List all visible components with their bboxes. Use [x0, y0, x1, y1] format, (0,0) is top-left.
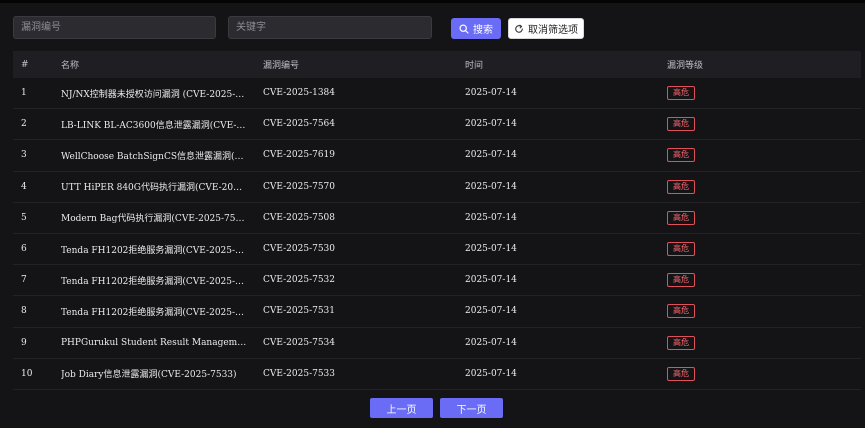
row-name[interactable]: Tenda FH1202拒绝服务漏洞(CVE-2025-7532): [61, 274, 247, 287]
table-row[interactable]: 2 LB-LINK BL-AC3600信息泄露漏洞(CVE-2025-… CVE-2…: [13, 109, 861, 141]
row-time: 2025-07-14: [465, 212, 517, 223]
header-time: 时间: [465, 61, 484, 71]
refresh-icon: [514, 24, 524, 34]
vulnerability-table: # 名称 漏洞编号 时间 漏洞等级 1 NJ/NX控制器未授权访问漏洞 (CVE-…: [13, 51, 861, 390]
row-level: 高危: [667, 148, 747, 163]
row-index: 1: [21, 88, 27, 99]
next-page-button[interactable]: 下一页: [440, 398, 503, 418]
filter-bar: 搜索 取消筛选项: [0, 3, 865, 48]
search-button-label: 搜索: [473, 25, 493, 36]
prev-page-button[interactable]: 上一页: [370, 398, 433, 418]
table-row[interactable]: 8 Tenda FH1202拒绝服务漏洞(CVE-2025-7531) CVE-20…: [13, 296, 861, 328]
table-header: # 名称 漏洞编号 时间 漏洞等级: [13, 51, 861, 78]
row-time: 2025-07-14: [465, 368, 517, 379]
severity-badge: 高危: [667, 148, 695, 163]
severity-badge: 高危: [667, 242, 695, 257]
row-index: 9: [21, 337, 27, 348]
header-index: #: [21, 59, 29, 70]
header-level: 漏洞等级: [667, 61, 704, 71]
row-name[interactable]: PHPGurukul Student Result Management Sys…: [61, 338, 247, 348]
row-level: 高危: [667, 117, 747, 132]
severity-badge: 高危: [667, 366, 695, 381]
row-level: 高危: [667, 304, 747, 319]
row-time: 2025-07-14: [465, 181, 517, 192]
table-row[interactable]: 5 Modern Bag代码执行漏洞(CVE-2025-7508) CVE-2025…: [13, 202, 861, 234]
table-body: 1 NJ/NX控制器未授权访问漏洞 (CVE-2025-1384) CVE-2025…: [13, 78, 861, 390]
row-index: 7: [21, 275, 27, 286]
row-cve: CVE-2025-7532: [263, 275, 336, 286]
row-name[interactable]: Job Diary信息泄露漏洞(CVE-2025-7533): [61, 367, 247, 380]
row-time: 2025-07-14: [465, 306, 517, 317]
row-time: 2025-07-14: [465, 275, 517, 286]
table-row[interactable]: 4 UTT HiPER 840G代码执行漏洞(CVE-2025-7570) CVE-…: [13, 171, 861, 203]
row-level: 高危: [667, 86, 747, 101]
row-time: 2025-07-14: [465, 337, 517, 348]
table-row[interactable]: 7 Tenda FH1202拒绝服务漏洞(CVE-2025-7532) CVE-20…: [13, 265, 861, 297]
header-cve: 漏洞编号: [263, 61, 300, 71]
row-time: 2025-07-14: [465, 150, 517, 161]
app-frame: 搜索 取消筛选项 # 名称 漏洞编号 时间 漏洞等级 1 NJ/NX控制器未授权访…: [0, 0, 865, 428]
header-name: 名称: [61, 61, 80, 71]
row-name[interactable]: LB-LINK BL-AC3600信息泄露漏洞(CVE-2025-…: [61, 118, 247, 131]
row-cve: CVE-2025-7619: [263, 150, 336, 161]
severity-badge: 高危: [667, 210, 695, 225]
row-cve: CVE-2025-7530: [263, 244, 336, 255]
table-row[interactable]: 10 Job Diary信息泄露漏洞(CVE-2025-7533) CVE-2025…: [13, 358, 861, 390]
table-row[interactable]: 6 Tenda FH1202拒绝服务漏洞(CVE-2025-7530) CVE-20…: [13, 233, 861, 266]
reset-filters-button[interactable]: 取消筛选项: [508, 18, 584, 39]
row-name[interactable]: NJ/NX控制器未授权访问漏洞 (CVE-2025-1384): [61, 87, 247, 100]
table-row[interactable]: 3 WellChoose BatchSignCS信息泄露漏洞(CVE-2… CVE-…: [13, 140, 861, 172]
severity-badge: 高危: [667, 335, 695, 350]
row-index: 3: [21, 150, 27, 161]
table-row[interactable]: 9 PHPGurukul Student Result Management Sy…: [13, 327, 861, 359]
severity-badge: 高危: [667, 117, 695, 132]
row-name[interactable]: Tenda FH1202拒绝服务漏洞(CVE-2025-7531): [61, 305, 247, 318]
severity-badge: 高危: [667, 273, 695, 288]
row-name[interactable]: UTT HiPER 840G代码执行漏洞(CVE-2025-7570): [61, 180, 247, 193]
row-name[interactable]: Tenda FH1202拒绝服务漏洞(CVE-2025-7530): [61, 243, 247, 256]
row-cve: CVE-2025-7531: [263, 306, 336, 317]
row-cve: CVE-2025-7534: [263, 337, 336, 348]
row-index: 6: [21, 244, 27, 255]
row-name[interactable]: WellChoose BatchSignCS信息泄露漏洞(CVE-2…: [61, 149, 247, 162]
search-icon: [459, 23, 469, 34]
row-index: 4: [21, 181, 27, 192]
row-cve: CVE-2025-7570: [263, 181, 336, 192]
row-index: 2: [21, 119, 27, 130]
keyword-input[interactable]: [228, 16, 432, 39]
row-level: 高危: [667, 179, 747, 194]
row-level: 高危: [667, 210, 747, 225]
search-button[interactable]: 搜索: [451, 18, 501, 39]
row-cve: CVE-2025-1384: [263, 88, 336, 99]
row-index: 10: [21, 368, 33, 379]
row-level: 高危: [667, 273, 747, 288]
severity-badge: 高危: [667, 304, 695, 319]
pagination: 上一页 下一页: [0, 398, 865, 418]
row-level: 高危: [667, 335, 747, 350]
row-name[interactable]: Modern Bag代码执行漏洞(CVE-2025-7508): [61, 211, 247, 224]
row-time: 2025-07-14: [465, 119, 517, 130]
row-cve: CVE-2025-7508: [263, 212, 336, 223]
vuln-id-input[interactable]: [13, 16, 216, 39]
row-cve: CVE-2025-7533: [263, 368, 336, 379]
row-time: 2025-07-14: [465, 88, 517, 99]
severity-badge: 高危: [667, 179, 695, 194]
row-time: 2025-07-14: [465, 244, 517, 255]
severity-badge: 高危: [667, 86, 695, 101]
row-index: 8: [21, 306, 27, 317]
row-index: 5: [21, 212, 27, 223]
row-level: 高危: [667, 242, 747, 257]
table-row[interactable]: 1 NJ/NX控制器未授权访问漏洞 (CVE-2025-1384) CVE-2025…: [13, 78, 861, 110]
row-cve: CVE-2025-7564: [263, 119, 336, 130]
reset-button-label: 取消筛选项: [528, 25, 578, 36]
row-level: 高危: [667, 366, 747, 381]
